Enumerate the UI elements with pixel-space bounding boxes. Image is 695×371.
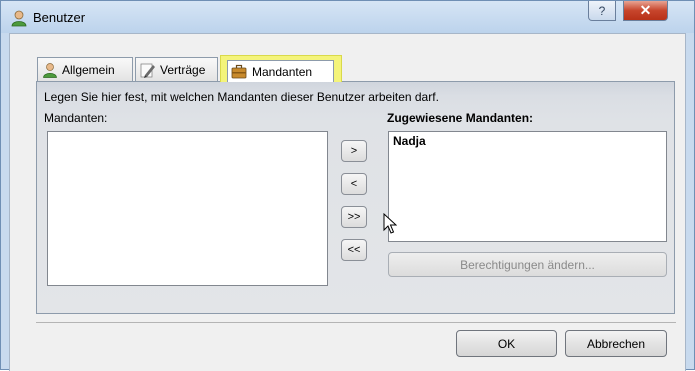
help-icon: ? — [598, 3, 606, 18]
user-icon — [43, 62, 57, 78]
tab-mandanten[interactable]: Mandanten — [220, 55, 342, 82]
title-bar[interactable]: Benutzer ? ✕ — [1, 1, 694, 33]
tab-allgemein[interactable]: Allgemein — [37, 57, 133, 81]
remove-all-button[interactable]: << — [341, 239, 367, 261]
close-button[interactable]: ✕ — [623, 1, 668, 21]
available-mandanten-list[interactable] — [47, 131, 328, 286]
window-title: Benutzer — [33, 10, 86, 25]
tab-mandanten-inner: Mandanten — [227, 60, 334, 82]
divider — [36, 322, 676, 323]
dialog-window: Benutzer ? ✕ Allgemein Verträge Mandante… — [0, 0, 695, 371]
mouse-cursor-icon — [383, 213, 397, 234]
tab-label: Mandanten — [252, 64, 313, 79]
dialog-body: Allgemein Verträge Mandanten Legen Sie h… — [9, 33, 686, 371]
change-permissions-button[interactable]: Berechtigungen ändern... — [388, 252, 667, 277]
close-icon: ✕ — [639, 2, 652, 18]
tab-label: Verträge — [160, 62, 206, 77]
assigned-list-label: Zugewiesene Mandanten: — [387, 111, 534, 125]
add-all-button[interactable]: >> — [341, 206, 367, 228]
available-list-label: Mandanten: — [44, 111, 108, 125]
remove-selected-button[interactable]: < — [341, 173, 367, 195]
cancel-button[interactable]: Abbrechen — [565, 330, 667, 357]
assigned-mandanten-list[interactable]: Nadja — [388, 131, 667, 242]
ok-button[interactable]: OK — [456, 330, 557, 357]
tab-panel-mandanten: Legen Sie hier fest, mit welchen Mandant… — [36, 81, 675, 314]
user-icon — [11, 10, 27, 27]
list-item[interactable]: Nadja — [389, 132, 666, 150]
briefcase-icon — [231, 64, 247, 78]
description-text: Legen Sie hier fest, mit welchen Mandant… — [44, 90, 439, 104]
add-selected-button[interactable]: > — [341, 140, 367, 162]
help-button[interactable]: ? — [588, 1, 616, 21]
pen-icon — [140, 63, 155, 78]
tab-label: Allgemein — [62, 62, 115, 77]
tab-vertraege[interactable]: Verträge — [135, 57, 218, 81]
